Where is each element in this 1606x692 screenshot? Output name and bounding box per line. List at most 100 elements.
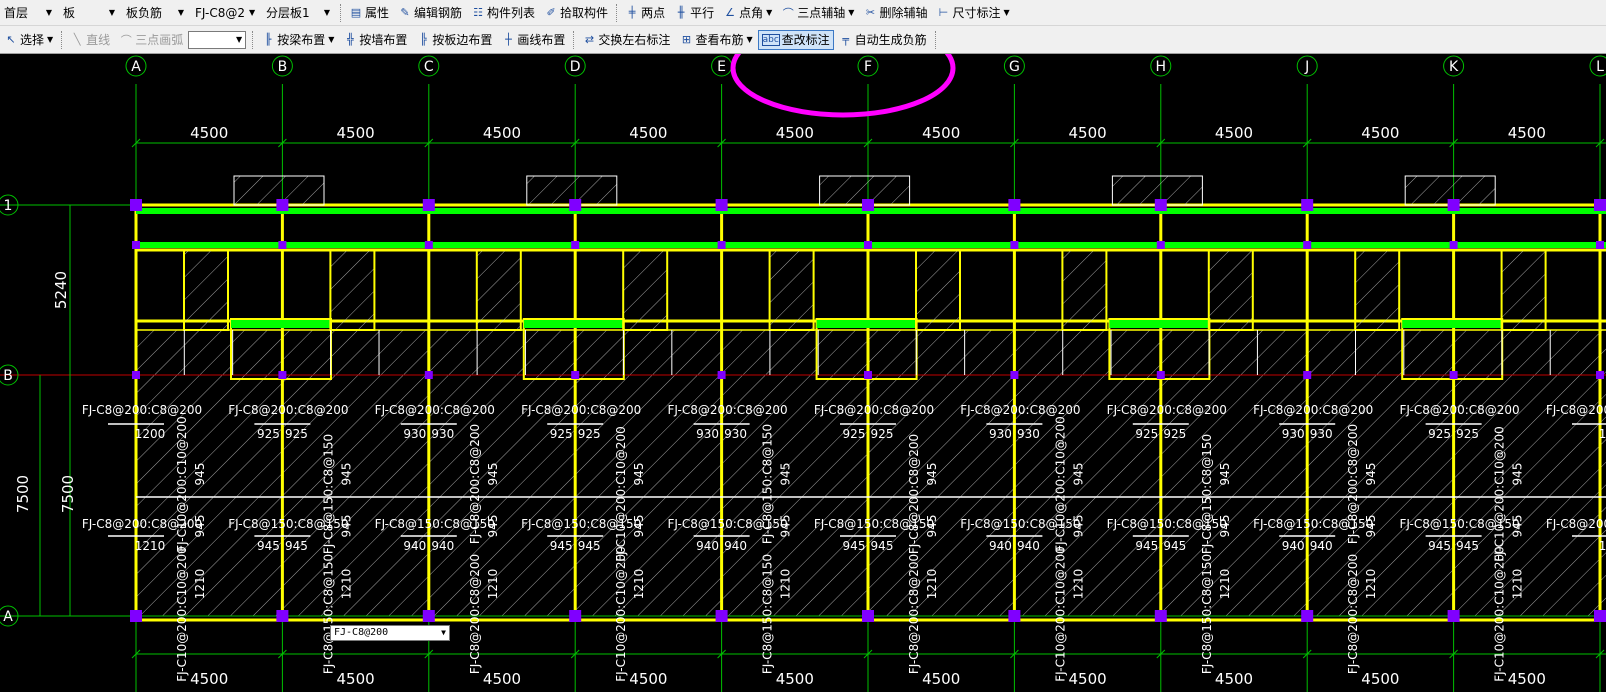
- top-dimension-text: 4500: [483, 124, 521, 142]
- dimension-button[interactable]: ⊢ 尺寸标注 ▼: [932, 3, 1013, 23]
- rebar-label-vertical: FJ-C8@150:C8@150: [761, 424, 775, 544]
- rebar-dimension: 930: [431, 427, 454, 441]
- component-name-select[interactable]: FJ-C8@2 ▼: [191, 3, 259, 22]
- edit-rebar-button[interactable]: ✎ 编辑钢筋: [394, 3, 466, 23]
- drawing-canvas[interactable]: A B C D E F G H J K L 1 B A 4500 4500 4500 4500 4500 4500 45…: [0, 54, 1606, 692]
- rebar-dimension-vertical: 1210: [1364, 569, 1378, 600]
- column: [1010, 241, 1019, 249]
- rebar-dimension-vertical: 945: [193, 515, 207, 538]
- rebar-label-vertical: FJ-C8@200:C8@200: [468, 554, 482, 674]
- chevron-down-icon: ▼: [47, 35, 54, 44]
- top-dimension-text: 4500: [337, 124, 375, 142]
- window-opening: [622, 249, 669, 331]
- parallel-axis-button[interactable]: ╫ 平行: [670, 3, 718, 23]
- three-point-axis-button[interactable]: ⌒ 三点辅轴 ▼: [777, 3, 858, 23]
- cad-drawing: A B C D E F G H J K L 1 B A 4500 4500 4500 4500 4500 4500 45…: [0, 54, 1606, 692]
- axis-label: D: [570, 59, 581, 75]
- rebar-label-vertical: FJ-C8@200:C8@200: [468, 424, 482, 544]
- rebar-dimension-vertical: 945: [1511, 463, 1525, 486]
- draw-line-button[interactable]: ┼ 画线布置: [497, 30, 569, 50]
- chevron-down-icon: ▼: [249, 8, 256, 17]
- rebar-dimension-vertical: 945: [779, 515, 793, 538]
- rebar-label-vertical: FJ-C8@200:C8@200: [907, 554, 921, 674]
- rebar-label-vertical: FJ-C8@150:C8@150: [1200, 554, 1214, 674]
- rebar-label-vertical: FJ-C8@200:C8@200: [1346, 424, 1360, 544]
- floating-rebar-select[interactable]: FJ-C8@200 ▼: [330, 625, 450, 641]
- rebar-dimension-vertical: 1210: [486, 569, 500, 600]
- chevron-down-icon: ▼: [323, 8, 330, 17]
- select-button[interactable]: ↖ 选择 ▼: [0, 30, 57, 50]
- column: [1303, 241, 1312, 249]
- line-button[interactable]: ╲ 直线: [66, 30, 114, 50]
- rebar-dimension-vertical: 945: [1218, 463, 1232, 486]
- bottom-dimension-text: 4500: [190, 670, 228, 688]
- chevron-down-icon: ▼: [848, 8, 855, 17]
- rebar-dimension: 940: [696, 539, 719, 553]
- three-point-arc-button[interactable]: ⌒ 三点画弧: [115, 30, 187, 50]
- rebar-dimension: 945: [578, 539, 601, 553]
- by-wall-button[interactable]: ╬ 按墙布置: [339, 30, 411, 50]
- rebar-label: FJ-C8@200:C8@200: [1107, 403, 1227, 417]
- rebar-dimension-vertical: 945: [1218, 515, 1232, 538]
- bottom-dimension-text: 4500: [922, 670, 960, 688]
- delete-axis-icon: ✂: [865, 6, 876, 19]
- rebar-label: FJ-C8@200:C8@200: [1546, 517, 1606, 531]
- properties-button[interactable]: ▤ 属性: [345, 3, 393, 23]
- row-axis-label: A: [3, 609, 13, 625]
- rebar-dimension-vertical: 945: [632, 463, 646, 486]
- bottom-dimension-text: 4500: [1361, 670, 1399, 688]
- pick-component-button[interactable]: ✐ 拾取构件: [540, 3, 612, 23]
- column: [864, 241, 872, 249]
- two-point-axis-button[interactable]: ╪ 两点: [621, 3, 669, 23]
- edit-label-button[interactable]: abc 查改标注: [757, 29, 834, 50]
- rebar-dimension: 1200: [1599, 427, 1606, 441]
- layer-slab-select[interactable]: 分层板1 ▼: [262, 3, 334, 22]
- rebar-dimension: 945: [871, 539, 894, 553]
- column: [1596, 371, 1604, 379]
- floor-select[interactable]: 首层 ▼: [0, 3, 56, 22]
- rebar-dimension: 930: [1310, 427, 1333, 441]
- point-angle-button[interactable]: ∠ 点角 ▼: [719, 3, 776, 23]
- arc-mode-select[interactable]: ▼: [188, 30, 247, 49]
- view-rebar-button[interactable]: ⊞ 查看布筋 ▼: [675, 30, 756, 50]
- by-slab-edge-button[interactable]: ╠ 按板边布置: [412, 30, 496, 50]
- column: [130, 199, 142, 211]
- window-opening: [475, 249, 522, 331]
- swap-label-button[interactable]: ⇄ 交换左右标注: [578, 30, 674, 50]
- column: [424, 241, 433, 249]
- delete-axis-button[interactable]: ✂ 删除辅轴: [859, 3, 931, 23]
- window-opening: [183, 249, 229, 331]
- rebar-dimension: 925: [285, 427, 308, 441]
- component-type-select[interactable]: 板负筋 ▼: [122, 3, 188, 22]
- rebar-label: FJ-C8@200:C8@200: [1399, 403, 1519, 417]
- column: [422, 610, 435, 622]
- column: [1154, 610, 1167, 622]
- rebar-label-vertical: FJ-C10@200:C10@200: [1053, 546, 1067, 682]
- component-list-button[interactable]: ☷ 构件列表: [467, 3, 539, 23]
- rebar-dimension-vertical: 945: [193, 463, 207, 486]
- rebar-label: FJ-C8@200:C8@200: [667, 403, 787, 417]
- chevron-down-icon: ▼: [177, 8, 184, 17]
- column: [862, 610, 874, 622]
- rebar-dimension-vertical: 1210: [925, 569, 939, 600]
- parallel-axis-icon: ╫: [677, 6, 685, 19]
- rebar-dimension-vertical: 945: [779, 463, 793, 486]
- line-icon: ╲: [73, 33, 81, 46]
- properties-icon: ▤: [350, 6, 362, 19]
- rebar-dimension: 930: [1017, 427, 1040, 441]
- rebar-dimension: 925: [578, 427, 601, 441]
- category-select[interactable]: 板 ▼: [59, 3, 119, 22]
- by-beam-button[interactable]: ╟ 按梁布置 ▼: [257, 30, 338, 50]
- auto-generate-button[interactable]: ╤ 自动生成负筋: [835, 30, 931, 50]
- rebar-dimension: 945: [285, 539, 308, 553]
- rebar-label-vertical: FJ-C10@200:C10@200: [1493, 426, 1507, 562]
- top-dimension-text: 4500: [1361, 124, 1399, 142]
- column: [1156, 371, 1165, 379]
- window-opening: [1061, 249, 1108, 331]
- rebar-dimension: 945: [1428, 539, 1451, 553]
- by-wall-icon: ╬: [347, 33, 354, 46]
- axis-label: A: [131, 59, 141, 75]
- column: [276, 610, 289, 622]
- rebar-dimension: 925: [1163, 427, 1186, 441]
- column: [1301, 199, 1314, 211]
